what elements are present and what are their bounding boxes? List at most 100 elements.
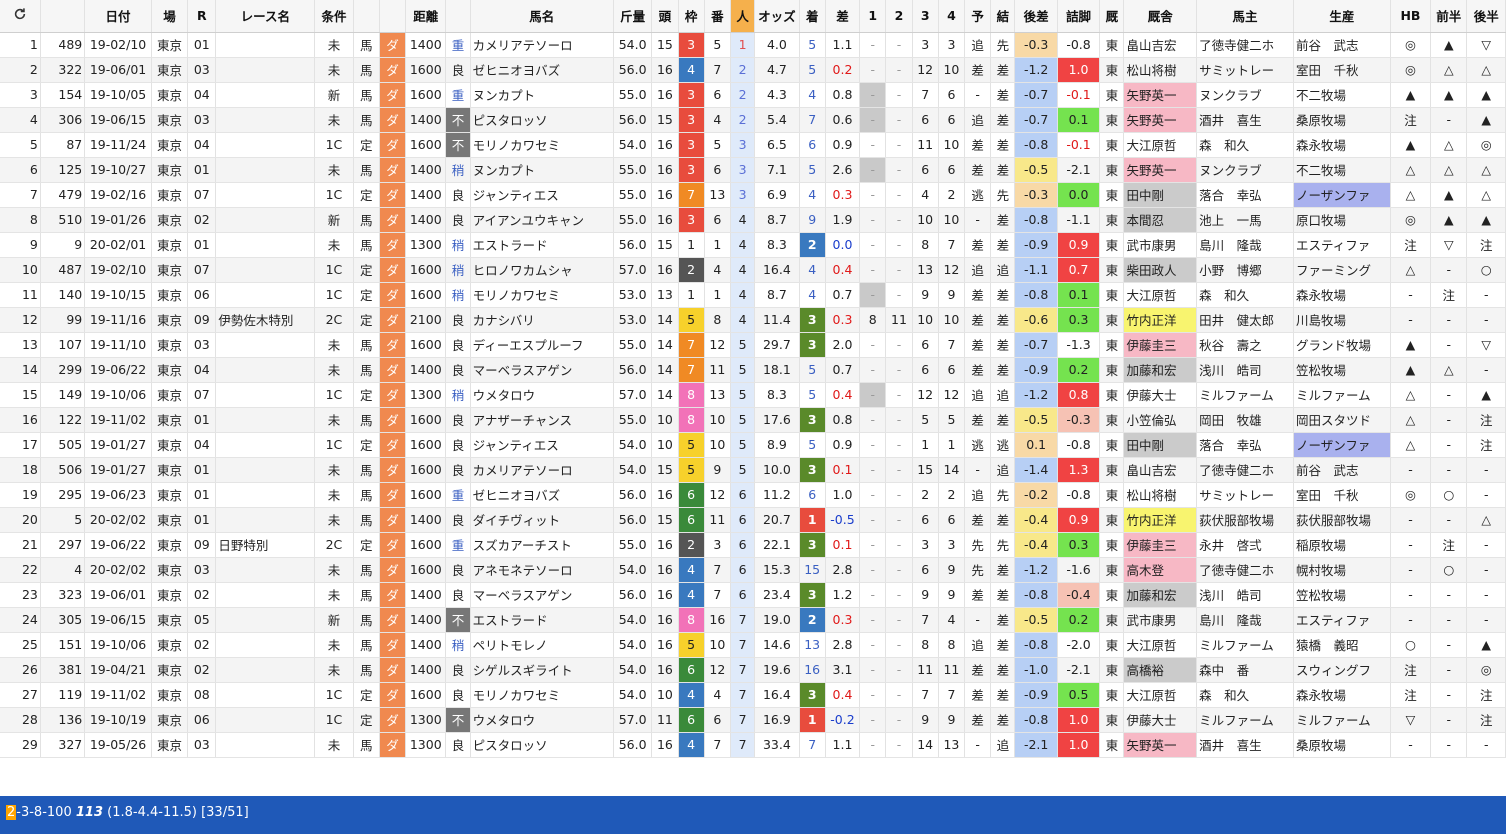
cell-cond: 未 (314, 632, 354, 658)
col-header-closing[interactable]: 詰脚 (1057, 0, 1101, 33)
col-header-c1[interactable]: 1 (859, 0, 887, 33)
cell-state: 重 (445, 482, 471, 508)
cell-id: 122 (40, 407, 86, 433)
col-header-c2[interactable]: 2 (885, 0, 913, 33)
cell-odds: 5.4 (754, 107, 800, 133)
col-header-state[interactable] (445, 0, 471, 33)
table-row[interactable]: 26 381 19-04/21 東京 02 未馬ダ 1400 良シゲルスギライト 54.0 16 6… (0, 657, 1506, 683)
cell-odds: 19.6 (754, 657, 800, 683)
col-header-last[interactable]: 後差 (1014, 0, 1058, 33)
cell-weight: 54.0 (613, 557, 653, 583)
col-header-finish[interactable]: 着 (799, 0, 826, 33)
cell-last: 0.1 (1014, 432, 1058, 458)
table-row[interactable]: 15 149 19-10/06 東京 07 1C 定ダ 1300 稍ウメタロウ 57.0 14 8 13… (0, 382, 1506, 408)
table-row[interactable]: 5 87 19-11/24 東京 04 1C 定ダ 1600 不モリノカワセミ 54.0 16 3 5 3… (0, 132, 1506, 158)
cell-finish: 5 (799, 357, 826, 383)
col-header-race-name[interactable]: レース名 (215, 0, 316, 33)
col-header-front[interactable]: 前半 (1430, 0, 1468, 33)
table-row[interactable]: 14 299 19-06/22 東京 04 未馬ダ 1400 良マーベラスアゲン 56.0 14 7… (0, 357, 1506, 383)
table-row[interactable]: 3 154 19-10/05 東京 04 新馬ダ 1600 重ヌンカプト 55.0 16 3 6 2 4.… (0, 82, 1506, 108)
col-header-horse[interactable]: 馬名 (470, 0, 614, 33)
cell-pred: 差 (964, 682, 992, 708)
col-header-producer[interactable]: 生産 (1293, 0, 1391, 33)
col-header-date[interactable]: 日付 (84, 0, 152, 33)
table-row[interactable]: 6 125 19-10/27 東京 01 未馬ダ 1400 稍ヌンカプト 55.0 16 3 6 3 7.… (0, 157, 1506, 183)
col-header-odds[interactable]: オッズ (754, 0, 800, 33)
table-row[interactable]: 18 506 19-01/27 東京 01 未馬ダ 1600 良カメリアテソーロ 54.0 15 5… (0, 457, 1506, 483)
table-row[interactable]: 28 136 19-10/19 東京 06 1C 定ダ 1300 不ウメタロウ 57.0 11 6 6 7… (0, 707, 1506, 733)
cell-place: 東京 (151, 357, 189, 383)
cell-place: 東京 (151, 507, 189, 533)
col-header-trainer[interactable]: 厩舎 (1123, 0, 1198, 33)
table-row[interactable]: 22 4 20-02/02 東京 03 未馬ダ 1600 良アネモネテソーロ 54.0 16 4 7 6… (0, 557, 1506, 583)
table-row[interactable]: 29 327 19-05/26 東京 03 未馬ダ 1300 良ピスタロッソ 56.0 16 4 7 7… (0, 732, 1506, 758)
cell-race: 01 (187, 32, 217, 58)
table-row[interactable]: 10 487 19-02/10 東京 07 1C 定ダ 1600 稍ヒロノワカムシャ 57.0 16… (0, 257, 1506, 283)
table-row[interactable]: 25 151 19-10/06 東京 02 未馬ダ 1400 稍ペリトモレノ 54.0 16 5 10… (0, 632, 1506, 658)
col-header-dist[interactable]: 距離 (405, 0, 447, 33)
table-row[interactable]: 1 489 19-02/10 東京 01 未馬ダ 1400 重カメリアテソーロ 54.0 15 3 5… (0, 32, 1506, 58)
cell-race-name (215, 107, 316, 133)
cell-owner: 了徳寺健二ホ (1196, 557, 1294, 583)
table-row[interactable]: 21 297 19-06/22 東京 09 日野特別 2C 定ダ 1600 重スズカアーチスト 55… (0, 532, 1506, 558)
col-header-frame[interactable]: 枠 (678, 0, 705, 33)
cell-front: - (1430, 707, 1468, 733)
table-row[interactable]: 7 479 19-02/16 東京 07 1C 定ダ 1400 良ジャンティエス 55.0 16 7 1… (0, 182, 1506, 208)
table-row[interactable]: 9 9 20-02/01 東京 01 未馬ダ 1300 稍エストラード 56.0 15 1 1 4 8.3… (0, 232, 1506, 258)
col-header-back[interactable]: 後半 (1466, 0, 1506, 33)
cell-producer: 原口牧場 (1293, 207, 1391, 233)
table-row[interactable]: 13 107 19-11/10 東京 03 未馬ダ 1600 良ディーエスプルーフ 55.0 14… (0, 332, 1506, 358)
col-header-id[interactable] (40, 0, 86, 33)
table-row[interactable]: 8 510 19-01/26 東京 02 新馬ダ 1400 良アイアンユウキャン 55.0 16 3… (0, 207, 1506, 233)
col-header-place[interactable]: 場 (151, 0, 189, 33)
table-row[interactable]: 20 5 20-02/02 東京 01 未馬ダ 1400 良ダイチヴィット 56.0 15 6 11 6… (0, 507, 1506, 533)
cell-num: 13 (704, 382, 731, 408)
table-row[interactable]: 17 505 19-01/27 東京 04 1C 定ダ 1600 良ジャンティエス 54.0 10 5… (0, 432, 1506, 458)
col-header-track[interactable] (379, 0, 407, 33)
table-row[interactable]: 27 119 19-11/02 東京 08 1C 定ダ 1600 良モリノカワセミ 54.0 10 4… (0, 682, 1506, 708)
table-row[interactable]: 19 295 19-06/23 東京 01 未馬ダ 1600 重ゼヒニオヨバズ 56.0 16 6 1… (0, 482, 1506, 508)
col-header-c4[interactable]: 4 (938, 0, 966, 33)
refresh-icon[interactable] (0, 0, 41, 33)
col-header-weight[interactable]: 斤量 (613, 0, 653, 33)
cell-last: -0.9 (1014, 357, 1058, 383)
cell-owner: 田井 健太郎 (1196, 307, 1294, 333)
col-header-cond[interactable]: 条件 (314, 0, 354, 33)
col-header-hb[interactable]: HB (1390, 0, 1432, 33)
col-header-result[interactable]: 結 (990, 0, 1016, 33)
col-header-owner[interactable]: 馬主 (1196, 0, 1294, 33)
table-row[interactable]: 11 140 19-10/15 東京 06 1C 定ダ 1600 稍モリノカワセミ 53.0 13 1… (0, 282, 1506, 308)
col-header-diff[interactable]: 差 (825, 0, 861, 33)
cell-result: 逃 (990, 432, 1016, 458)
cell-no: 5 (0, 132, 41, 158)
col-header-num[interactable]: 番 (704, 0, 731, 33)
cell-state: 良 (445, 357, 471, 383)
cell-result: 差 (990, 657, 1016, 683)
cell-last: -1.2 (1014, 557, 1058, 583)
col-header-pred[interactable]: 予 (964, 0, 992, 33)
col-header-race[interactable]: R (187, 0, 217, 33)
cell-pop: 7 (730, 657, 756, 683)
cell-class: 定 (353, 257, 380, 283)
col-header-pop[interactable]: 人 (730, 0, 756, 33)
col-header-class[interactable] (353, 0, 380, 33)
cell-closing: 0.9 (1057, 232, 1101, 258)
col-header-c3[interactable]: 3 (912, 0, 939, 33)
cell-stable: 東 (1099, 707, 1125, 733)
table-row[interactable]: 24 305 19-06/15 東京 05 新馬ダ 1400 不エストラード 54.0 16 8 16… (0, 607, 1506, 633)
cell-pred: 差 (964, 657, 992, 683)
status-flag: 2 (6, 805, 17, 820)
col-header-stable[interactable]: 厩 (1099, 0, 1125, 33)
table-row[interactable]: 2 322 19-06/01 東京 03 未馬ダ 1600 良ゼヒニオヨバズ 56.0 16 4 7 2… (0, 57, 1506, 83)
cell-c1: - (859, 107, 887, 133)
cell-result: 先 (990, 532, 1016, 558)
col-header-heads[interactable]: 頭 (651, 0, 679, 33)
cell-heads: 14 (651, 307, 679, 333)
table-row[interactable]: 12 99 19-11/16 東京 09 伊勢佐木特別 2C 定ダ 2100 良カナシバリ 53.0… (0, 307, 1506, 333)
cell-closing: 1.0 (1057, 57, 1101, 83)
table-row[interactable]: 23 323 19-06/01 東京 02 未馬ダ 1400 良マーベラスアゲン 56.0 16 4… (0, 582, 1506, 608)
cell-c2: - (885, 557, 913, 583)
cell-last: -0.2 (1014, 482, 1058, 508)
table-row[interactable]: 4 306 19-06/15 東京 03 未馬ダ 1400 不ピスタロッソ 56.0 15 3 4 2 5… (0, 107, 1506, 133)
table-row[interactable]: 16 122 19-11/02 東京 01 未馬ダ 1600 良アナザーチャンス 55.0 10 8… (0, 407, 1506, 433)
